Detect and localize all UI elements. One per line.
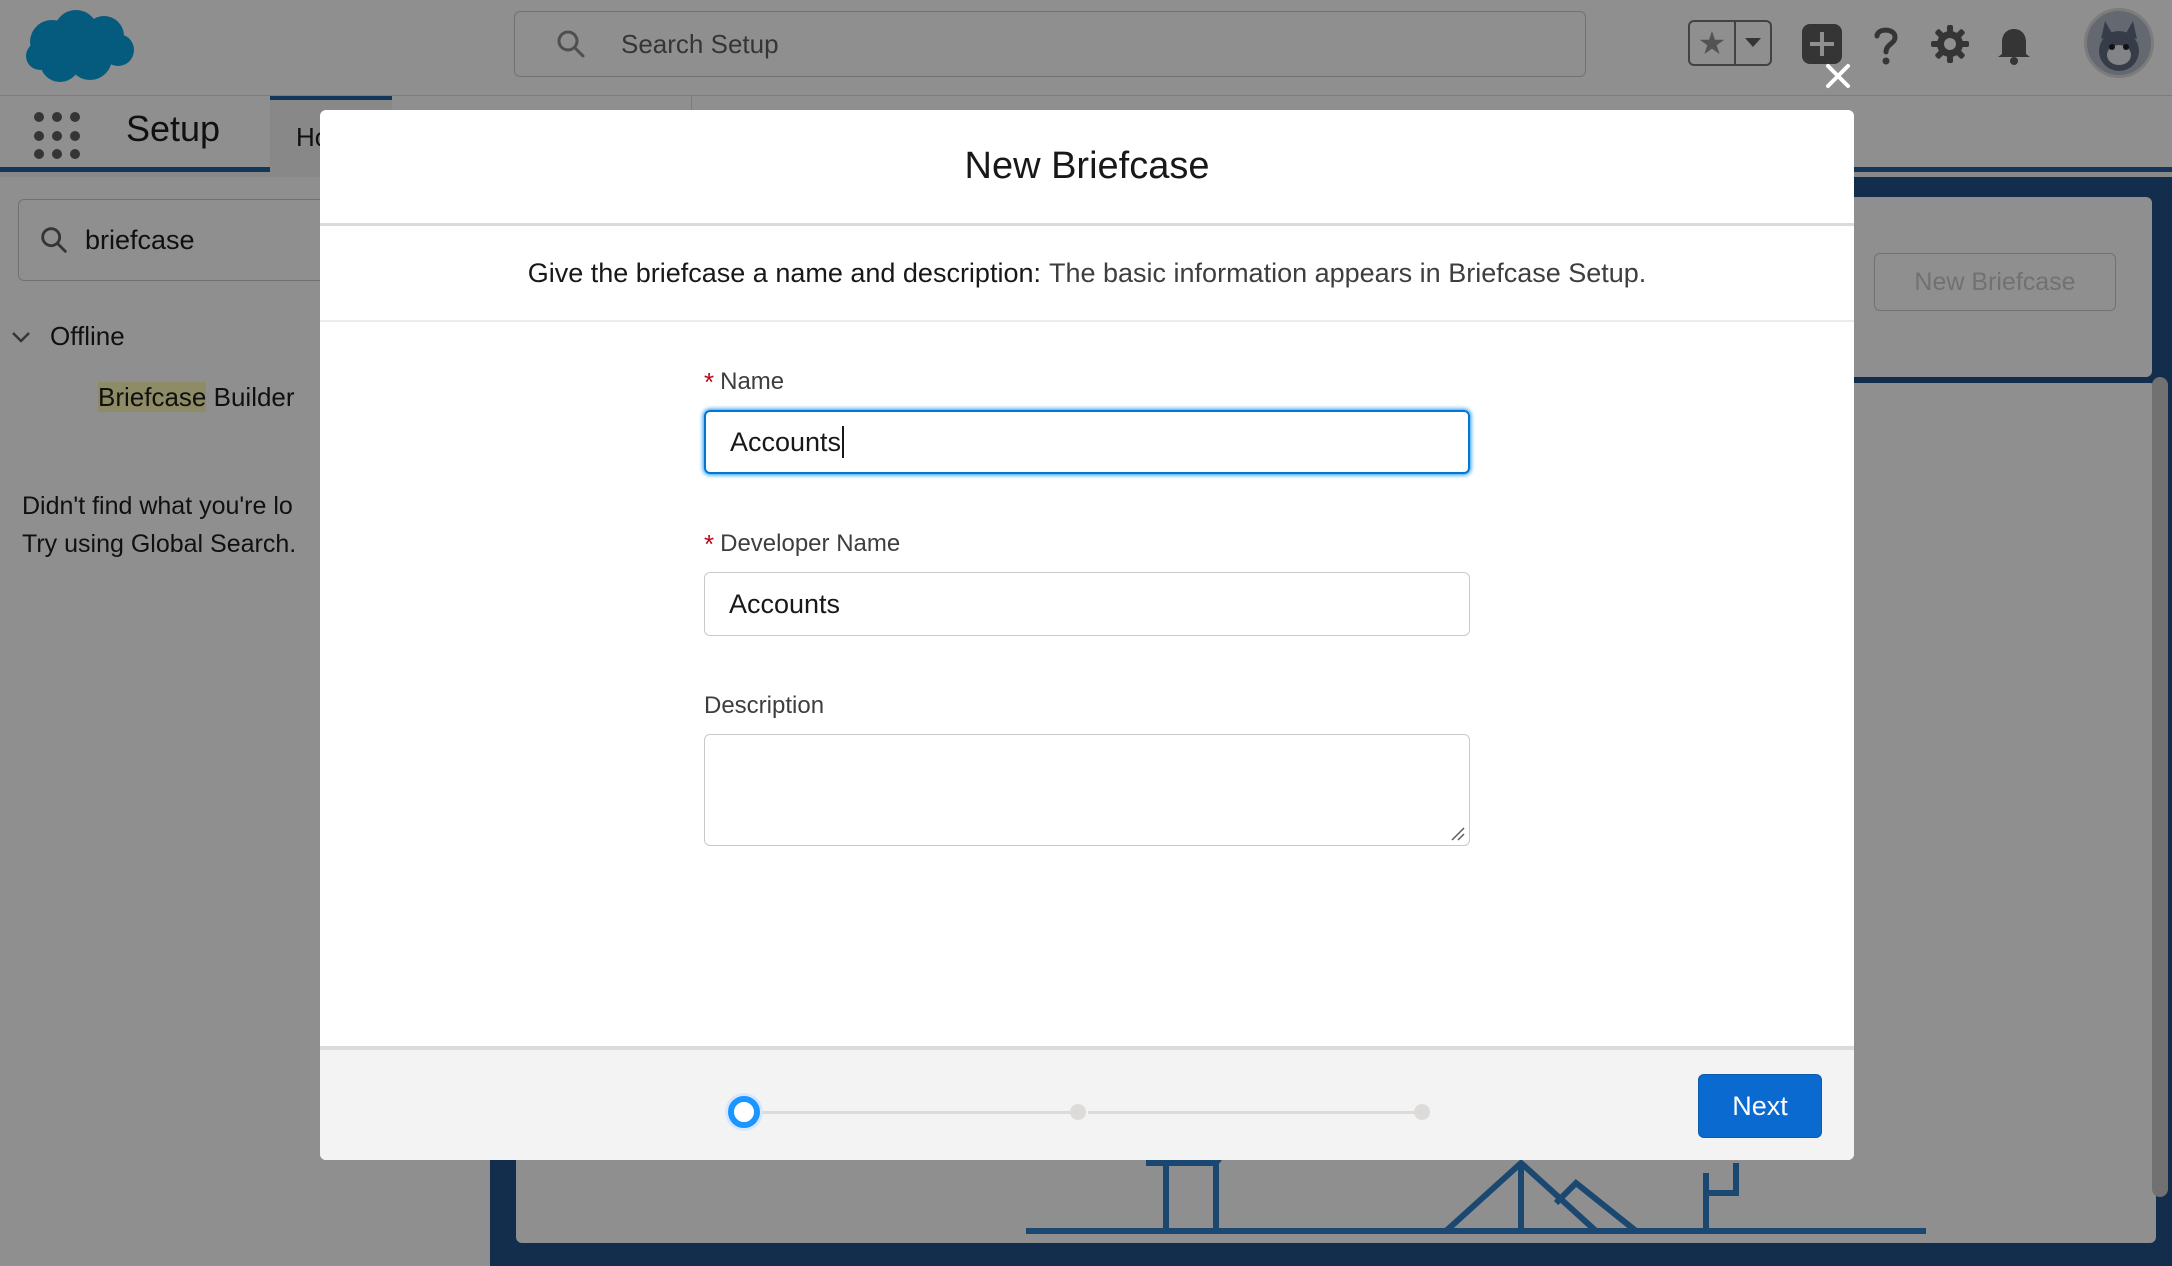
- required-marker: *: [704, 366, 715, 397]
- new-briefcase-modal: New Briefcase Give the briefcase a name …: [320, 110, 1854, 1160]
- next-button[interactable]: Next: [1698, 1074, 1822, 1138]
- resize-grip-icon[interactable]: [1449, 825, 1465, 841]
- name-input-value: Accounts: [730, 426, 842, 457]
- name-label-text: Name: [720, 368, 785, 395]
- developer-name-label-text: Developer Name: [720, 530, 901, 557]
- progress-step-3[interactable]: [1414, 1104, 1430, 1120]
- progress-step-1[interactable]: [728, 1096, 760, 1128]
- required-marker: *: [704, 528, 715, 559]
- subtitle-description: The basic information appears in Briefca…: [1048, 257, 1647, 288]
- developer-name-input[interactable]: Accounts: [704, 572, 1470, 636]
- progress-step-2[interactable]: [1070, 1104, 1086, 1120]
- close-icon[interactable]: [1820, 58, 1856, 94]
- progress-line: [760, 1111, 1070, 1114]
- description-field-group: Description: [704, 690, 1470, 846]
- modal-footer: Next: [320, 1046, 1854, 1160]
- subtitle-lead: Give the briefcase a name and descriptio…: [527, 257, 1041, 288]
- modal-title: New Briefcase: [320, 110, 1854, 226]
- name-label: * Name: [704, 366, 1470, 398]
- progress-indicator: [728, 1092, 1448, 1132]
- text-cursor: [842, 426, 845, 458]
- name-field-group: * Name Accounts: [704, 366, 1470, 474]
- name-input[interactable]: Accounts: [704, 410, 1470, 474]
- developer-name-field-group: * Developer Name Accounts: [704, 528, 1470, 636]
- modal-subtitle: Give the briefcase a name and descriptio…: [320, 226, 1854, 322]
- description-textarea[interactable]: [704, 734, 1470, 846]
- briefcase-form: * Name Accounts * Developer Name Account…: [704, 366, 1470, 846]
- developer-name-label: * Developer Name: [704, 528, 1470, 560]
- description-label: Description: [704, 692, 825, 719]
- progress-line: [1088, 1111, 1422, 1114]
- developer-name-input-value: Accounts: [729, 588, 841, 619]
